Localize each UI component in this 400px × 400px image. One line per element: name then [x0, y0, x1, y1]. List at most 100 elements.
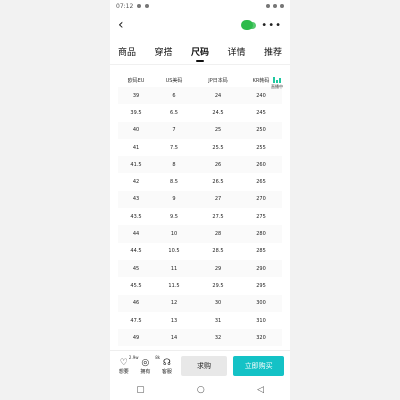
cell-eu: 43.5 [130, 213, 142, 220]
cell-us: 9 [172, 196, 176, 203]
phone-screen: 07:12 ‹ ••• 商品 穿搭 尺码 详情 推荐 欧码EU US美码 JP日… [110, 0, 290, 400]
cell-eu: 43 [132, 196, 140, 203]
cell-us: 11.5 [168, 282, 180, 289]
table-row: 43.5 9.5 27.5 275 [118, 208, 282, 225]
recent-apps-icon[interactable]: ▢ [136, 385, 145, 395]
size-table: 欧码EU US美码 JP日本码 KR韩码 39 6 24 240 39.5 6.5 24.5… [118, 73, 284, 372]
status-time: 07:12 [116, 2, 134, 10]
header-jp: JP日本码 [208, 77, 228, 84]
tab-recommend[interactable]: 推荐 [264, 45, 282, 64]
status-bar: 07:12 [110, 0, 290, 12]
cell-jp: 30 [214, 300, 222, 307]
wifi-icon [273, 4, 277, 8]
cell-eu: 42 [132, 179, 140, 186]
cell-eu: 44.5 [130, 248, 142, 255]
home-icon[interactable]: ○ [197, 385, 205, 395]
cell-kr: 290 [256, 265, 266, 272]
cell-us: 8.5 [170, 179, 178, 186]
nav-back-icon[interactable]: ◁ [257, 385, 264, 395]
cell-jp: 26.5 [212, 179, 224, 186]
cell-jp: 26 [214, 161, 222, 168]
cell-jp: 28 [214, 231, 222, 238]
cell-kr: 310 [256, 317, 266, 324]
cell-kr: 270 [256, 196, 266, 203]
table-row: 39.5 6.5 24.5 245 [118, 104, 282, 121]
cell-eu: 39.5 [130, 109, 142, 116]
service-label: 客服 [161, 368, 172, 375]
size-table-header: 欧码EU US美码 JP日本码 KR韩码 [118, 73, 282, 87]
tab-bar: 商品 穿搭 尺码 详情 推荐 [110, 38, 290, 65]
size-table-body: 39 6 24 240 39.5 6.5 24.5 245 40 7 25 250 41 7.5 25.5 2… [118, 87, 282, 364]
wechat-share-icon[interactable] [241, 20, 257, 30]
table-row: 43 9 27 270 [118, 190, 282, 209]
cloud-icon [145, 4, 150, 8]
buy-now-button[interactable]: 立即购买 [233, 356, 284, 376]
want-button[interactable]: ♡ 2.9w 想要 [116, 355, 139, 375]
ask-to-buy-button[interactable]: 求购 [180, 356, 228, 376]
tab-product[interactable]: 商品 [118, 45, 136, 64]
service-button[interactable]: ☊ 客服 [159, 358, 175, 375]
battery-icon [280, 4, 284, 8]
cell-us: 9.5 [170, 213, 178, 220]
table-row: 41 7.5 25.5 255 [118, 139, 282, 156]
tab-outfit[interactable]: 穿搭 [154, 45, 172, 64]
cell-us: 7.5 [170, 144, 178, 151]
cell-jp: 27 [214, 196, 222, 203]
cell-eu: 45 [132, 265, 140, 272]
back-icon[interactable]: ‹ [118, 18, 124, 32]
cell-jp: 24.5 [212, 109, 224, 116]
cell-eu: 41 [132, 144, 140, 151]
cell-jp: 32 [214, 334, 222, 341]
want-label: 想要 [118, 368, 129, 375]
cell-kr: 240 [256, 92, 266, 99]
table-row: 41.5 8 26 260 [118, 156, 282, 174]
headset-icon: ☊ [162, 357, 171, 368]
cell-us: 10 [170, 231, 178, 238]
cell-us: 14 [170, 334, 178, 341]
cell-jp: 27.5 [212, 213, 224, 220]
cell-kr: 320 [256, 334, 266, 341]
live-label: 直播中 [271, 84, 283, 89]
cell-jp: 28.5 [212, 248, 224, 255]
cell-us: 6 [172, 92, 176, 99]
cell-eu: 39 [132, 92, 140, 99]
cell-jp: 31 [214, 317, 222, 324]
cell-kr: 285 [256, 248, 266, 255]
cell-jp: 29 [214, 265, 222, 272]
own-label: 拥有 [140, 368, 151, 375]
signal-icon [266, 4, 270, 8]
cell-eu: 40 [132, 127, 140, 134]
cell-kr: 260 [256, 161, 266, 168]
cell-jp: 25.5 [212, 144, 224, 151]
cell-us: 6.5 [170, 109, 178, 116]
cell-jp: 24 [214, 92, 222, 99]
cell-kr: 245 [256, 109, 266, 116]
cell-eu: 44 [132, 231, 140, 238]
top-bar: ‹ ••• [110, 12, 290, 38]
more-icon[interactable]: ••• [261, 20, 282, 31]
table-row: 44.5 10.5 28.5 285 [118, 243, 282, 260]
table-row: 47.5 13 31 310 [118, 312, 282, 329]
cell-us: 10.5 [168, 248, 180, 255]
cell-kr: 275 [256, 213, 266, 220]
cell-eu: 47.5 [130, 317, 142, 324]
cell-kr: 250 [256, 127, 266, 134]
bottom-action-bar: ♡ 2.9w 想要 ◎ 8k 拥有 ☊ 客服 求购 立即购买 [110, 350, 290, 381]
cell-eu: 46 [132, 300, 140, 307]
cell-kr: 295 [256, 282, 266, 289]
table-row: 46 12 30 300 [118, 294, 282, 312]
header-eu: 欧码EU [127, 77, 145, 84]
live-badge[interactable]: 直播中 [270, 75, 284, 90]
own-icon: ◎ [141, 357, 150, 368]
tab-size[interactable]: 尺码 [191, 45, 209, 64]
cell-kr: 255 [256, 144, 266, 151]
own-button[interactable]: ◎ 8k 拥有 [138, 355, 160, 375]
tab-details[interactable]: 详情 [227, 45, 245, 64]
table-row: 45.5 11.5 29.5 295 [118, 277, 282, 294]
table-row: 39 6 24 240 [118, 87, 282, 105]
table-row: 42 8.5 26.5 265 [118, 173, 282, 190]
cell-eu: 49 [132, 334, 140, 341]
cell-eu: 45.5 [130, 282, 142, 289]
cell-us: 8 [172, 161, 176, 168]
cell-us: 12 [170, 300, 178, 307]
